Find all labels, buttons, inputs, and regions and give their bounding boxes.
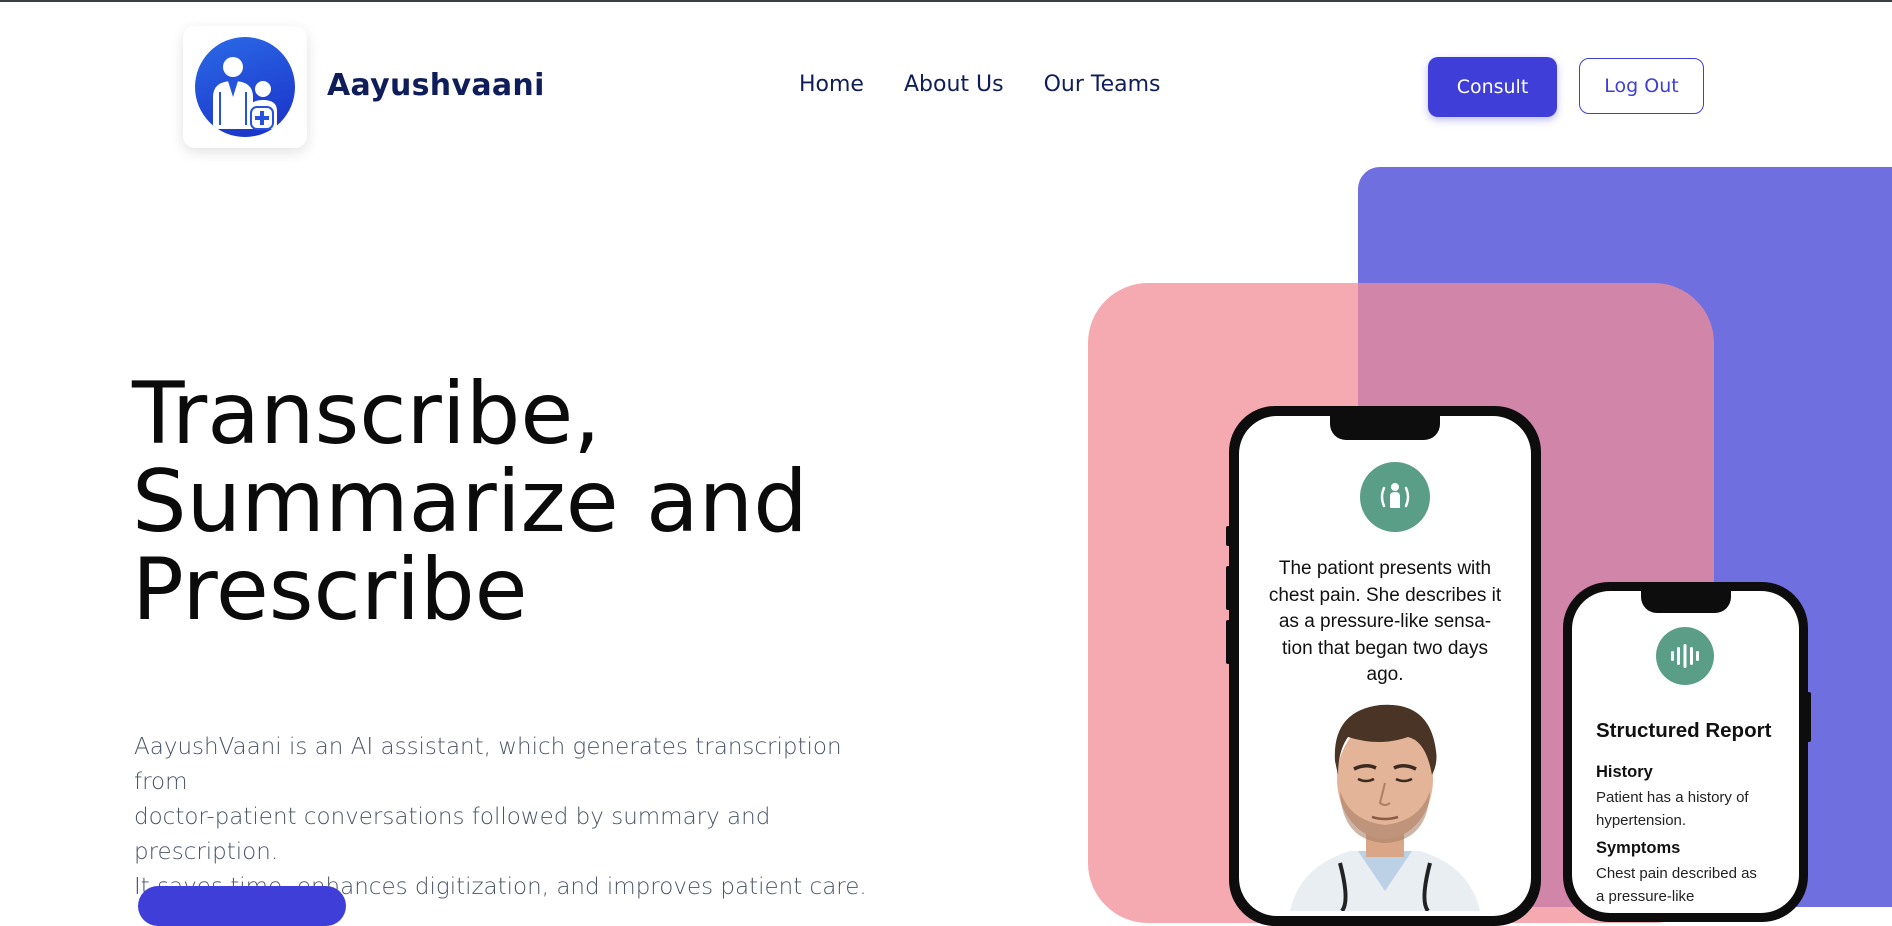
hero-description-line: AayushVaani is an AI assistant, which ge…: [134, 734, 842, 795]
transcript-line: The pationt presents with: [1278, 558, 1492, 579]
phone-screen: The pationt presents with chest pain. Sh…: [1239, 416, 1531, 916]
report-section-text: Chest pain described as a pressure-like: [1596, 862, 1786, 908]
logout-button[interactable]: Log Out: [1579, 58, 1704, 114]
phone-transcription: The pationt presents with chest pain. Sh…: [1226, 406, 1541, 926]
transcript-line: ago.: [1366, 664, 1404, 685]
brand-name[interactable]: Aayushvaani: [327, 68, 545, 103]
consult-button[interactable]: Consult: [1428, 57, 1557, 117]
nav-our-teams[interactable]: Our Teams: [1044, 72, 1161, 97]
report-line: a pressure-like: [1596, 888, 1695, 905]
report-section-heading: Symptoms: [1596, 839, 1681, 857]
hero-title: Transcribe, Summarize and Prescribe: [132, 370, 832, 634]
get-started-button[interactable]: [138, 886, 346, 926]
logo[interactable]: [183, 26, 307, 148]
phone-side-button: [1226, 566, 1230, 610]
transcript-line: as a pressure-like sensa-: [1278, 611, 1492, 632]
hero-description-line: doctor-patient conversations followed by…: [134, 804, 771, 865]
nav-home[interactable]: Home: [799, 72, 864, 97]
phone-side-button: [1226, 620, 1230, 664]
person-waves-icon: [1360, 462, 1430, 532]
transcript-line: chest pain. She describes it: [1268, 584, 1502, 606]
report-line: Patient has a history of: [1596, 789, 1749, 806]
phone-side-button: [1807, 692, 1811, 742]
nav-about-us[interactable]: About Us: [904, 72, 1004, 97]
hero-title-line: Summarize and: [132, 452, 808, 552]
audio-bars-icon: [1656, 627, 1714, 685]
phone-notch: [1640, 591, 1731, 613]
report-section-text: Patient has a history of hypertension.: [1596, 786, 1786, 832]
phone-side-button: [1226, 526, 1230, 546]
report-line: Chest pain described as: [1596, 865, 1757, 882]
hero-title-line: Transcribe,: [132, 364, 601, 464]
phone-notch: [1330, 416, 1440, 440]
doctor-patient-logo-icon: [195, 37, 295, 137]
report-title: Structured Report: [1596, 719, 1772, 742]
phone-report: Structured Report History Patient has a …: [1563, 582, 1811, 922]
transcript-line: tion that began two days: [1282, 637, 1488, 659]
report-line: hypertension.: [1596, 812, 1687, 829]
doctor-photo: [1280, 691, 1490, 913]
hero-title-line: Prescribe: [132, 540, 528, 640]
transcript-text: The pationt presents with chest pain. Sh…: [1257, 556, 1513, 689]
main-nav: Home About Us Our Teams: [799, 72, 1161, 97]
phone-screen: Structured Report History Patient has a …: [1572, 591, 1799, 913]
hero-description: AayushVaani is an AI assistant, which ge…: [134, 730, 874, 905]
report-section-heading: History: [1596, 763, 1653, 781]
